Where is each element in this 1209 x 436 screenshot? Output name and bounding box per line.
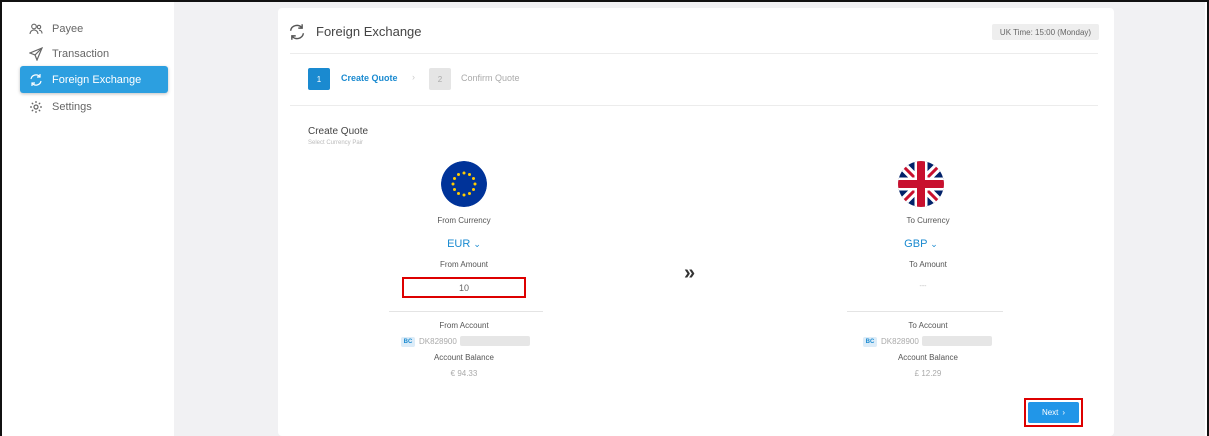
sidebar: Payee Transaction Foreign Exchange Setti… [2,2,174,436]
divider [847,311,1003,312]
to-currency-label: To Currency [906,216,950,225]
step-separator-chevron-icon: › [412,72,415,82]
gear-icon [28,99,44,115]
double-chevron-right-icon: » [684,262,696,284]
from-amount-label: From Amount [439,260,488,269]
to-amount-value: --- [919,283,927,290]
sidebar-item-foreign-exchange[interactable]: Foreign Exchange [20,66,168,93]
from-balance-value: € 94.33 [450,369,478,378]
to-balance-value: £ 12.29 [914,369,942,378]
divider [290,53,1098,54]
chevron-down-icon: ⌄ [473,239,481,249]
sidebar-item-payee[interactable]: Payee [20,16,168,42]
step-1-number: 1 [308,68,330,90]
step-2-label: Confirm Quote [461,73,520,83]
step-2-number: 2 [429,68,451,90]
to-balance-label: Account Balance [897,353,959,362]
section-title: Create Quote [308,126,369,137]
from-amount-value: 10 [458,282,469,293]
eu-flag-icon [441,161,487,207]
to-account-number: DK828900 [881,337,919,346]
divider [389,311,543,312]
bank-badge: BC [863,337,877,347]
redacted-account-digits [460,336,530,346]
sidebar-item-label: Foreign Exchange [52,73,142,86]
exchange-icon [28,72,44,88]
redacted-account-digits [922,336,992,346]
page-title: Foreign Exchange [316,24,422,39]
send-icon [28,46,44,62]
from-account-label: From Account [439,321,489,330]
from-account-number: DK828900 [419,337,457,346]
sidebar-item-transaction[interactable]: Transaction [20,41,168,67]
sidebar-item-label: Settings [52,101,92,113]
sidebar-item-settings[interactable]: Settings [20,94,168,120]
from-currency-select[interactable]: EUR ⌄ [414,238,514,250]
chevron-right-icon: › [1062,408,1066,417]
uk-flag-icon [898,161,944,207]
section-subtitle: Select Currency Pair [308,140,364,146]
from-currency-value: EUR [447,238,471,250]
user-icon [28,21,44,37]
to-account-label: To Account [908,321,948,330]
bank-badge: BC [401,337,415,347]
chevron-down-icon: ⌄ [930,239,938,249]
exchange-icon [288,23,306,41]
from-currency-label: From Currency [437,216,491,225]
next-button[interactable]: Next › [1028,402,1079,423]
step-1-label[interactable]: Create Quote [341,73,398,83]
uk-time-badge: UK Time: 15:00 (Monday) [992,24,1099,40]
next-button-label: Next [1041,408,1059,417]
next-button-highlight: Next › [1024,398,1083,427]
sidebar-item-label: Payee [52,23,84,35]
sidebar-item-label: Transaction [52,48,110,60]
divider [290,105,1098,106]
from-amount-input[interactable]: 10 [402,277,526,298]
to-currency-value: GBP [904,238,928,250]
to-amount-label: To Amount [909,260,947,269]
from-balance-label: Account Balance [433,353,495,362]
to-currency-select[interactable]: GBP ⌄ [871,238,971,250]
